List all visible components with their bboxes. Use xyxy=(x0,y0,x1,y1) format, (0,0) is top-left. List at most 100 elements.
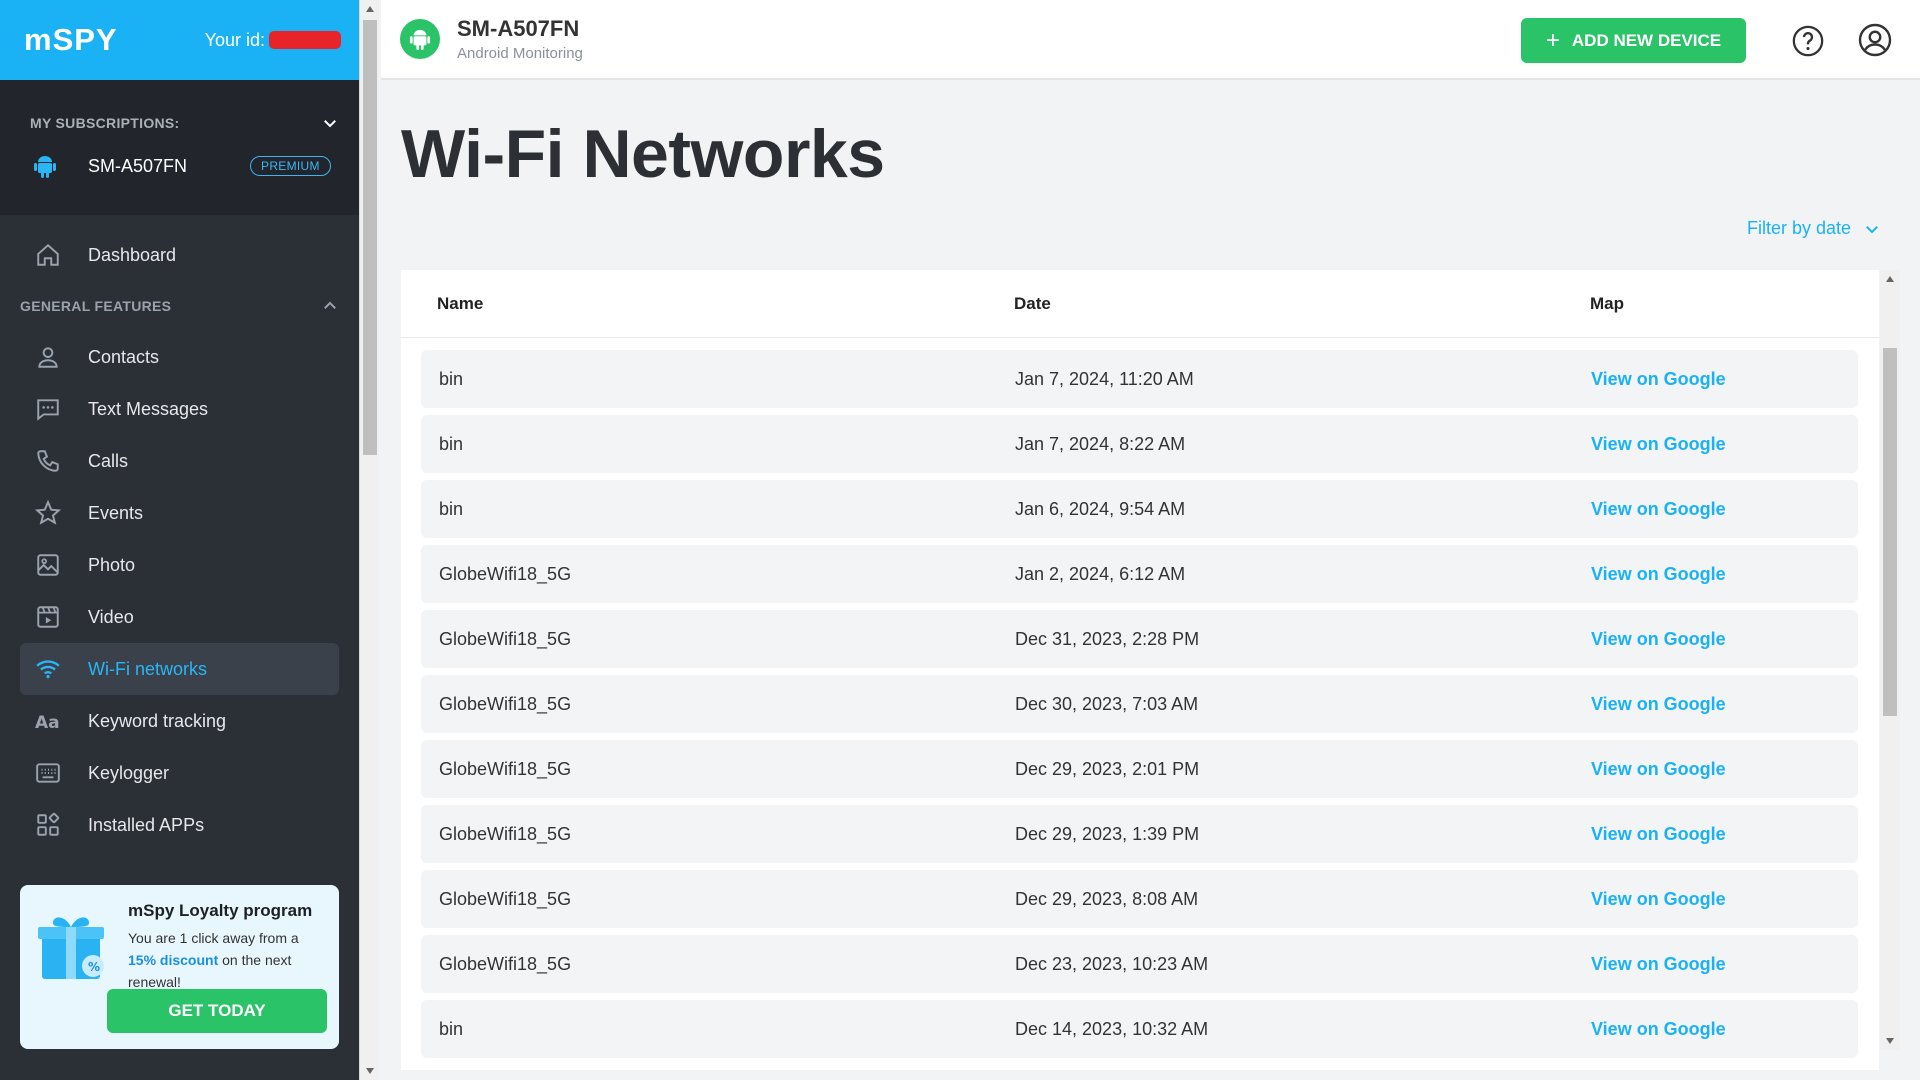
network-name: GlobeWifi18_5G xyxy=(439,629,572,649)
gift-icon: % xyxy=(38,913,112,988)
filter-by-date-label: Filter by date xyxy=(1747,218,1852,238)
android-avatar-icon xyxy=(400,19,440,59)
svg-text:Aa: Aa xyxy=(35,713,60,733)
wifi-networks-table: Name Date Map bin Jan 7, 2024, 11:20 AM Vi… xyxy=(401,270,1879,1070)
view-on-google-link[interactable]: View on Google xyxy=(1591,759,1726,780)
view-on-google-link[interactable]: View on Google xyxy=(1591,369,1726,390)
topbar: SM-A507FN Android Monitoring + ADD NEW D… xyxy=(381,0,1920,80)
general-features-label: GENERAL FEATURES xyxy=(20,298,172,314)
svg-text:%: % xyxy=(88,960,100,974)
loyalty-text: You are 1 click away from a 15% discount… xyxy=(128,927,321,993)
view-on-google-link[interactable]: View on Google xyxy=(1591,694,1726,715)
get-today-button[interactable]: GET TODAY xyxy=(107,989,327,1033)
column-header-map: Map xyxy=(1590,294,1624,313)
subscriptions: MY SUBSCRIPTIONS: SM-A507FN PREMIUM xyxy=(0,80,359,215)
sidebar-item-label: Events xyxy=(88,502,144,523)
loyalty-banner: % mSpy Loyalty program You are 1 click a… xyxy=(20,885,339,1049)
redacted-id xyxy=(269,31,341,49)
view-on-google-link[interactable]: View on Google xyxy=(1591,564,1726,585)
chevron-down-icon xyxy=(1866,225,1878,233)
network-date: Jan 2, 2024, 6:12 AM xyxy=(1015,564,1186,584)
view-on-google-link[interactable]: View on Google xyxy=(1591,824,1726,845)
table-body: bin Jan 7, 2024, 11:20 AM View on Google b… xyxy=(421,350,1858,1065)
plus-icon: + xyxy=(1545,26,1560,54)
table-row: GlobeWifi18_5G Dec 29, 2023, 1:39 PM View … xyxy=(421,805,1858,863)
sidebar-item-text-messages[interactable]: Text Messages xyxy=(20,383,339,435)
sidebar-item-keyword-tracking[interactable]: Aa Keyword tracking xyxy=(20,695,339,747)
network-date: Jan 7, 2024, 11:20 AM xyxy=(1015,369,1194,389)
network-name: GlobeWifi18_5G xyxy=(439,759,572,779)
android-icon xyxy=(30,153,60,179)
account-icon[interactable] xyxy=(1857,22,1893,63)
network-date: Dec 14, 2023, 10:32 AM xyxy=(1015,1019,1209,1039)
table-row: GlobeWifi18_5G Dec 30, 2023, 7:03 AM View … xyxy=(421,675,1858,733)
help-icon[interactable] xyxy=(1791,24,1825,63)
sidebar-item-installed-apps[interactable]: Installed APPs xyxy=(20,799,339,851)
sidebar-item-label: Installed APPs xyxy=(88,814,205,835)
phone-icon xyxy=(34,447,62,475)
sidebar-item-keylogger[interactable]: Keylogger xyxy=(20,747,339,799)
table-row: bin Dec 14, 2023, 10:32 AM View on Google xyxy=(421,1000,1858,1058)
view-on-google-link[interactable]: View on Google xyxy=(1591,954,1726,975)
sidebar-item-photo[interactable]: Photo xyxy=(20,539,339,591)
sidebar-header: mSPY Your id: xyxy=(0,0,359,80)
keyboard-icon xyxy=(34,759,62,787)
chevron-down-icon[interactable] xyxy=(321,114,339,132)
person-icon xyxy=(34,343,62,371)
network-name: bin xyxy=(439,369,464,389)
table-row: bin Jan 7, 2024, 11:20 AM View on Google xyxy=(421,350,1858,408)
loyalty-text-before: You are 1 click away from a xyxy=(128,930,299,946)
sidebar-item-label: Dashboard xyxy=(88,244,177,265)
sidebar-item-events[interactable]: Events xyxy=(20,487,339,539)
sidebar-item-calls[interactable]: Calls xyxy=(20,435,339,487)
add-new-device-button[interactable]: + ADD NEW DEVICE xyxy=(1521,18,1746,63)
network-date: Dec 29, 2023, 1:39 PM xyxy=(1015,824,1200,844)
sidebar-item-contacts[interactable]: Contacts xyxy=(20,331,339,383)
network-date: Dec 29, 2023, 2:01 PM xyxy=(1015,759,1200,779)
network-name: GlobeWifi18_5G xyxy=(439,824,572,844)
scroll-down-arrow[interactable] xyxy=(366,1068,374,1074)
scroll-up-arrow[interactable] xyxy=(366,6,374,12)
view-on-google-link[interactable]: View on Google xyxy=(1591,629,1726,650)
view-on-google-link[interactable]: View on Google xyxy=(1591,434,1726,455)
subscription-device[interactable]: SM-A507FN PREMIUM xyxy=(30,146,339,186)
scroll-down-arrow[interactable] xyxy=(1886,1038,1894,1044)
sidebar-item-label: Video xyxy=(88,606,134,627)
network-name: GlobeWifi18_5G xyxy=(439,694,572,714)
filter-by-date[interactable]: Filter by date xyxy=(1747,218,1881,239)
sidebar-item-wifi-networks[interactable]: Wi-Fi networks xyxy=(20,643,339,695)
table-row: GlobeWifi18_5G Dec 23, 2023, 10:23 AM View… xyxy=(421,935,1858,993)
premium-badge: PREMIUM xyxy=(250,156,331,176)
network-date: Dec 30, 2023, 7:03 AM xyxy=(1015,694,1199,714)
text-icon: Aa xyxy=(34,707,62,735)
view-on-google-link[interactable]: View on Google xyxy=(1591,1019,1726,1040)
sidebar-item-label: Contacts xyxy=(88,346,160,367)
network-name: GlobeWifi18_5G xyxy=(439,889,572,909)
sidebar-item-dashboard[interactable]: Dashboard xyxy=(20,229,339,281)
page-title: Wi-Fi Networks xyxy=(401,116,885,192)
network-date: Dec 23, 2023, 10:23 AM xyxy=(1015,954,1209,974)
column-header-name: Name xyxy=(437,294,484,313)
view-on-google-link[interactable]: View on Google xyxy=(1591,889,1726,910)
table-row: bin Jan 7, 2024, 8:22 AM View on Google xyxy=(421,415,1858,473)
sidebar-item-video[interactable]: Video xyxy=(20,591,339,643)
sidebar-scrollbar[interactable] xyxy=(359,0,379,1080)
network-name: bin xyxy=(439,1019,464,1039)
view-on-google-link[interactable]: View on Google xyxy=(1591,499,1726,520)
table-scrollbar[interactable] xyxy=(1880,270,1900,1050)
chevron-up-icon[interactable] xyxy=(321,297,339,315)
message-icon xyxy=(34,395,62,423)
device-info: SM-A507FN Android Monitoring xyxy=(457,16,583,62)
general-features-header[interactable]: GENERAL FEATURES xyxy=(20,281,339,331)
device-subtitle: Android Monitoring xyxy=(457,45,583,62)
mspy-logo[interactable]: mSPY xyxy=(20,22,118,58)
scrollbar-thumb[interactable] xyxy=(363,20,377,455)
scrollbar-thumb[interactable] xyxy=(1883,348,1897,716)
table-row: GlobeWifi18_5G Jan 2, 2024, 6:12 AM View o… xyxy=(421,545,1858,603)
network-name: GlobeWifi18_5G xyxy=(439,564,572,584)
sidebar-item-label: Text Messages xyxy=(88,398,209,419)
sidebar-item-label: Wi-Fi networks xyxy=(88,658,208,679)
table-row: GlobeWifi18_5G Dec 31, 2023, 2:28 PM View … xyxy=(421,610,1858,668)
device-name: SM-A507FN xyxy=(457,16,580,41)
scroll-up-arrow[interactable] xyxy=(1886,276,1894,282)
